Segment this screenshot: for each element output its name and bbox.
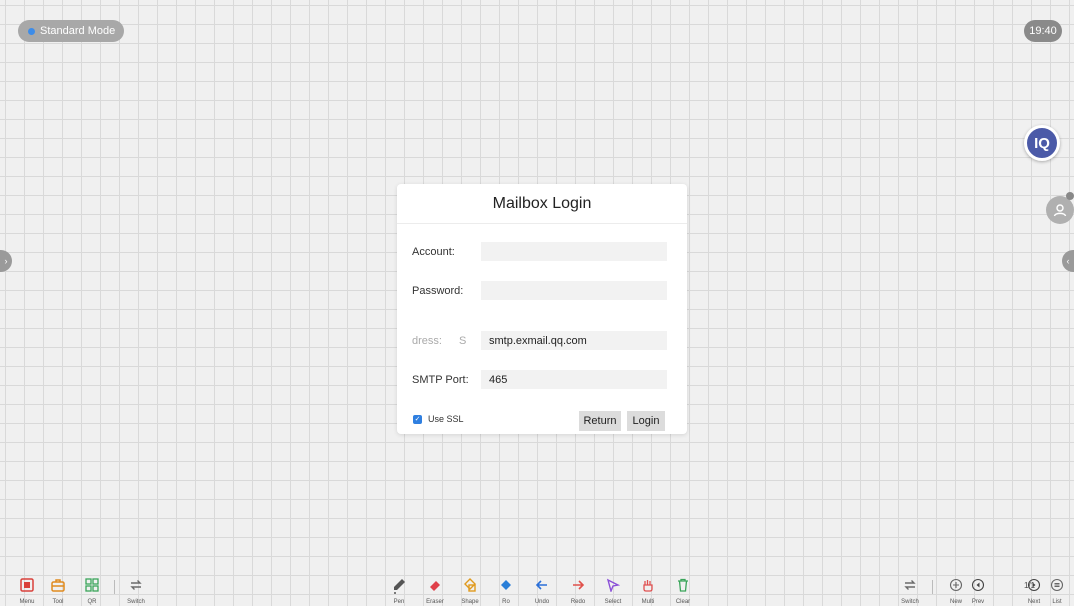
mode-dot-icon — [28, 27, 35, 35]
toolbar-roaming-label: Ro — [502, 599, 510, 605]
smtp-address-label-prefix: S — [459, 334, 467, 347]
toolbar-shape-label: Shape — [461, 599, 479, 605]
toolbar-multi-label: Multi — [641, 599, 655, 605]
login-button[interactable]: Login — [627, 411, 665, 431]
toolbar-menu[interactable]: Menu — [10, 578, 44, 605]
toolbar-redo-label: Redo — [570, 599, 586, 605]
mode-label: Standard Mode — [40, 25, 116, 37]
chevron-left-icon: ‹ — [1066, 256, 1070, 266]
toolbar-tool-label: Tool — [52, 599, 64, 605]
password-row: Password: — [412, 281, 667, 300]
toolbar-prev-page-label: Prev — [971, 599, 985, 605]
checkbox-checked-icon: ✓ — [413, 414, 422, 424]
toolbar-switch-right-label: Switch — [901, 599, 919, 605]
roaming-icon — [489, 578, 523, 596]
toolbar-switch-left[interactable]: Switch — [119, 578, 153, 605]
clock: 19:40 — [1024, 20, 1062, 42]
mode-indicator[interactable]: Standard Mode — [18, 20, 125, 42]
switch-icon — [119, 578, 153, 596]
toolbar-switch-left-label: Switch — [127, 599, 145, 605]
iq-assistant-button[interactable]: IQ — [1024, 125, 1060, 161]
toolbar-select-label: Select — [604, 599, 622, 605]
redo-icon — [561, 578, 595, 596]
menu-icon — [10, 578, 44, 596]
toolbar-qr-label: QR — [87, 599, 97, 605]
account-label: Account: — [412, 245, 455, 258]
smtp-port-label: SMTP Port: — [412, 373, 469, 386]
use-ssl-label: Use SSL — [428, 414, 464, 424]
toolbar-clear[interactable]: Clear — [666, 578, 700, 605]
switch-icon — [893, 578, 927, 596]
toolbar-divider-right — [932, 580, 933, 594]
toolbar-clear-label: Clear — [675, 599, 691, 605]
toolbar-eraser[interactable]: Eraser — [418, 578, 452, 605]
notification-badge — [1066, 192, 1074, 200]
toolbox-icon — [41, 578, 75, 596]
toolbar-redo[interactable]: Redo — [561, 578, 595, 605]
toolbar-tool[interactable]: Tool — [41, 578, 75, 605]
toolbar-multi[interactable]: Multi — [631, 578, 665, 605]
toolbar-select[interactable]: Select — [596, 578, 630, 605]
account-input[interactable] — [481, 242, 667, 261]
account-row: Account: — [412, 242, 667, 261]
toolbar-list-label: List — [1052, 599, 1062, 605]
toolbar-switch-right[interactable]: Switch — [893, 578, 927, 605]
left-panel-toggle[interactable]: › — [0, 250, 12, 272]
smtp-port-row: SMTP Port: 465 — [412, 370, 667, 389]
return-button[interactable]: Return — [579, 411, 621, 431]
dialog-title: Mailbox Login — [397, 184, 687, 224]
toolbar-eraser-label: Eraser — [426, 599, 444, 605]
smtp-address-input[interactable]: smtp.exmail.qq.com — [481, 331, 667, 350]
shape-icon — [453, 578, 487, 596]
smtp-address-row: dress: S smtp.exmail.qq.com — [412, 331, 667, 350]
select-icon — [596, 578, 630, 596]
toolbar-menu-label: Menu — [19, 599, 35, 605]
prev-page-icon — [961, 578, 995, 596]
toolbar-undo[interactable]: Undo — [525, 578, 559, 605]
clear-icon — [666, 578, 700, 596]
toolbar-pen-label: Pen — [393, 599, 405, 605]
chevron-right-icon: › — [4, 256, 8, 266]
smtp-address-label: dress: S — [412, 335, 481, 347]
toolbar-undo-label: Undo — [534, 599, 550, 605]
eraser-icon — [418, 578, 452, 596]
right-panel-toggle[interactable]: ‹ — [1062, 250, 1074, 272]
toolbar-pen[interactable]: Pen — [382, 578, 416, 605]
toolbar-prev-page[interactable]: Prev — [961, 578, 995, 605]
password-label: Password: — [412, 284, 464, 297]
smtp-address-label-text: dress: — [412, 334, 442, 347]
multi-touch-icon — [631, 578, 665, 596]
mailbox-login-dialog: Mailbox Login Account: Password: dress: … — [397, 184, 687, 434]
smtp-port-input[interactable]: 465 — [481, 370, 667, 389]
use-ssl-checkbox[interactable]: ✓ Use SSL — [413, 414, 464, 424]
toolbar-qr[interactable]: QR — [75, 578, 109, 605]
pen-icon — [382, 578, 416, 596]
list-icon — [1040, 578, 1074, 596]
toolbar-divider — [114, 580, 115, 594]
toolbar-shape[interactable]: Shape — [453, 578, 487, 605]
toolbar-roaming[interactable]: Ro — [489, 578, 523, 605]
undo-icon — [525, 578, 559, 596]
qr-icon — [75, 578, 109, 596]
toolbar-list[interactable]: List — [1040, 578, 1074, 605]
password-input[interactable] — [481, 281, 667, 300]
user-icon — [1053, 204, 1067, 217]
user-button[interactable] — [1046, 196, 1074, 224]
